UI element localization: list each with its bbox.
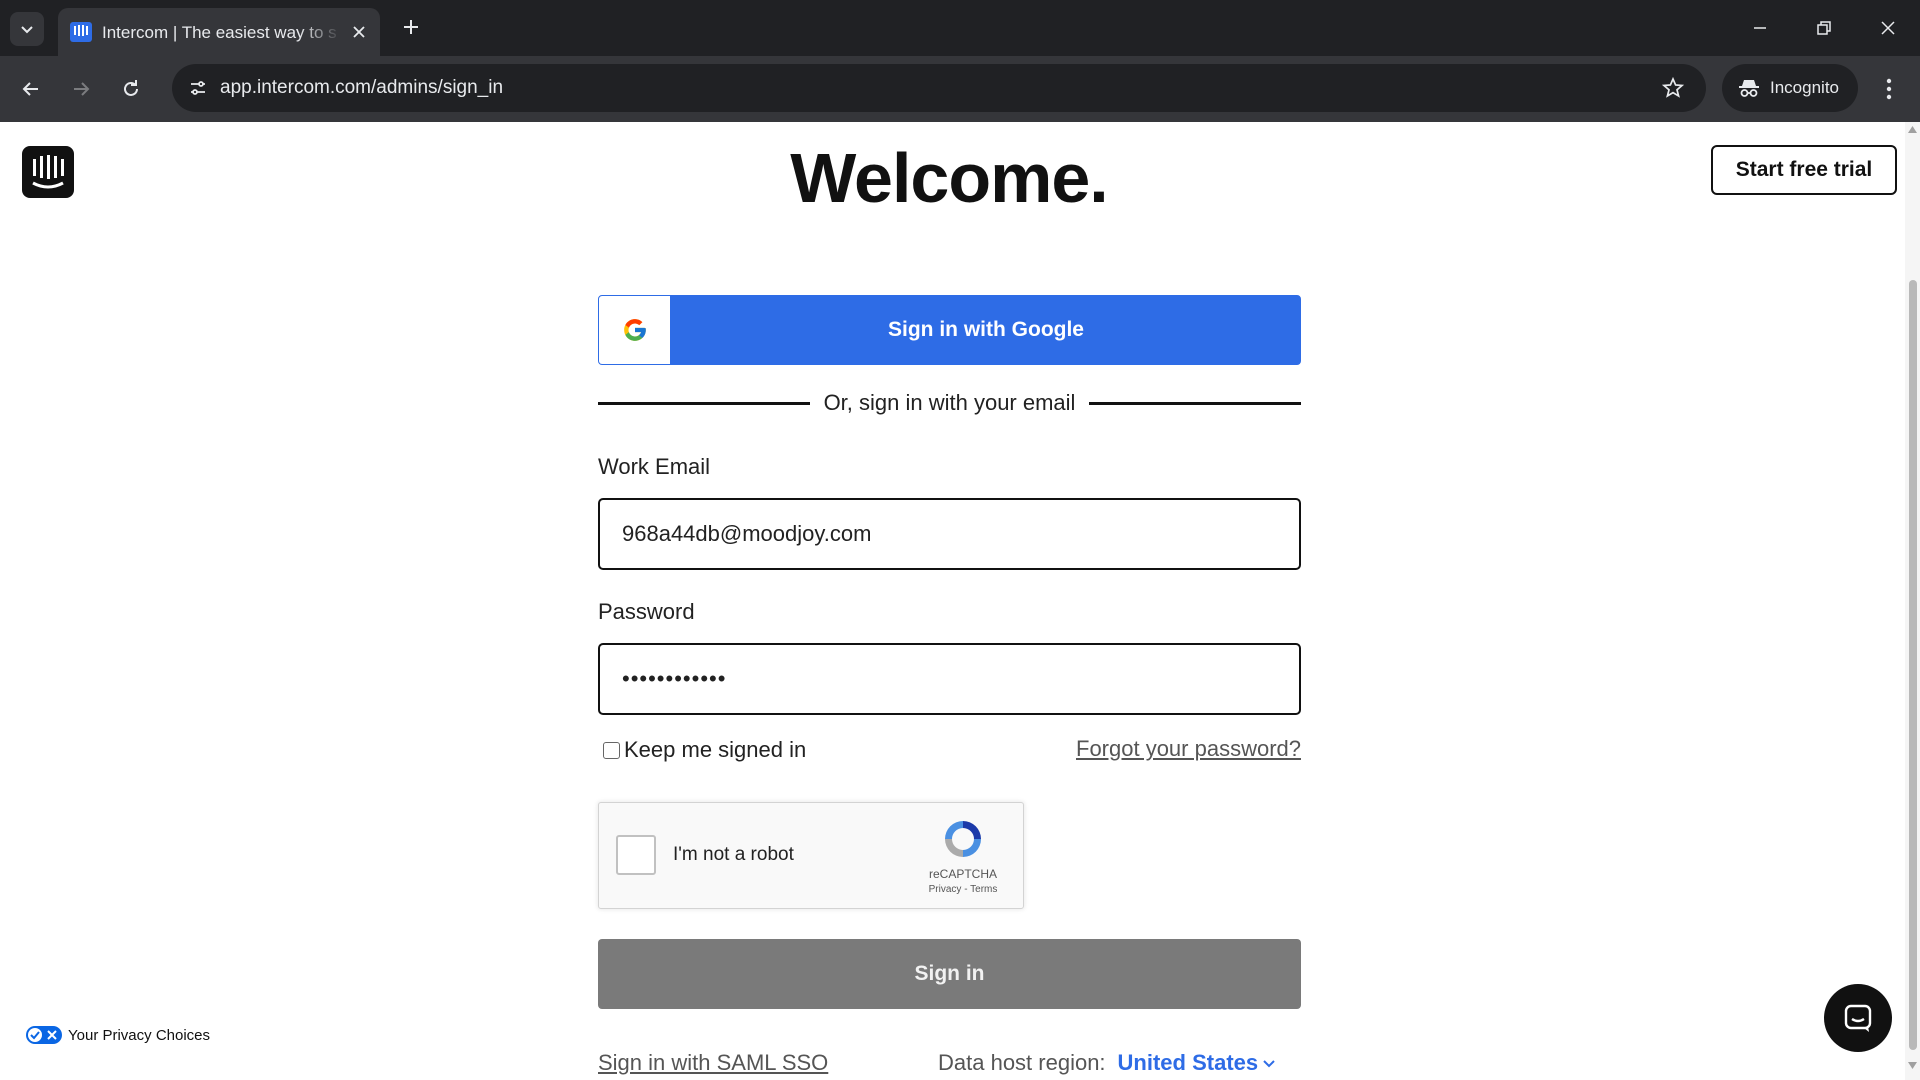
plus-icon (404, 20, 418, 34)
saml-sso-link[interactable]: Sign in with SAML SSO (598, 1050, 828, 1076)
work-email-input[interactable] (598, 498, 1301, 570)
arrow-right-icon (74, 82, 90, 96)
reload-icon (124, 80, 138, 96)
restore-button[interactable] (1802, 8, 1846, 48)
chat-launcher-button[interactable] (1824, 984, 1892, 1052)
start-free-trial-button[interactable]: Start free trial (1711, 145, 1897, 195)
recaptcha-icon (945, 821, 981, 857)
region-value: United States (1117, 1050, 1259, 1075)
divider-line (598, 401, 810, 405)
privacy-choices[interactable]: Your Privacy Choices (26, 1026, 210, 1044)
work-email-label: Work Email (598, 454, 711, 479)
region-label: Data host region: (938, 1050, 1106, 1075)
recaptcha-terms-link[interactable]: Privacy - Terms (911, 884, 1015, 895)
forgot-password-link[interactable]: Forgot your password? (1060, 736, 1301, 762)
close-icon (353, 26, 365, 38)
tab-list-button[interactable] (10, 12, 44, 46)
minimize-icon (1754, 27, 1766, 29)
incognito-label: Incognito (1770, 78, 1839, 97)
reload-button[interactable] (114, 72, 148, 106)
password-input[interactable] (598, 643, 1301, 715)
more-vert-icon (1886, 78, 1892, 100)
sign-in-page: Welcome. Start free trial Sign in with G… (0, 122, 1905, 1080)
close-tab-button[interactable] (348, 21, 370, 43)
site-info-button[interactable] (182, 72, 214, 104)
incognito-icon (1739, 80, 1759, 97)
page-scrollbar[interactable] (1905, 122, 1920, 1080)
password-label: Password (598, 599, 695, 624)
privacy-toggle-icon (26, 1026, 62, 1044)
data-host-region: Data host region: United States (938, 1050, 1276, 1076)
intercom-favicon-icon (70, 22, 92, 42)
region-selector[interactable]: United States (1118, 1050, 1277, 1076)
sign-in-button[interactable]: Sign in (598, 939, 1301, 1009)
chat-icon (1844, 1004, 1872, 1032)
tab-title: Intercom | The easiest way to s (102, 23, 337, 42)
triangle-down-icon (1908, 1062, 1917, 1069)
divider-line (1089, 401, 1301, 405)
chevron-down-icon (1263, 1060, 1275, 1068)
privacy-choices-label: Your Privacy Choices (68, 1026, 211, 1044)
incognito-indicator[interactable]: Incognito (1722, 64, 1858, 112)
url-text: app.intercom.com/admins/sign_in (220, 77, 504, 98)
recaptcha-brand: reCAPTCHA (928, 867, 997, 881)
close-window-button[interactable] (1866, 8, 1910, 48)
keep-signed-in-label[interactable]: Keep me signed in (624, 737, 806, 763)
sign-in-with-google-button[interactable]: Sign in with Google (598, 295, 1301, 365)
recaptcha-widget: I'm not a robot reCAPTCHA Privacy - Term… (598, 802, 1024, 909)
keep-signed-in-row: Keep me signed in (603, 736, 806, 764)
arrow-left-icon (22, 82, 38, 96)
check-x-icon (28, 1028, 57, 1042)
page-title: Welcome. (790, 139, 1109, 217)
triangle-up-icon (1908, 126, 1917, 133)
google-icon (623, 319, 646, 341)
star-icon (1662, 77, 1684, 98)
keep-signed-in-checkbox[interactable] (603, 741, 620, 759)
recaptcha-label: I'm not a robot (673, 844, 794, 865)
google-button-label: Sign in with Google (888, 318, 1084, 341)
browser-menu-button[interactable] (1872, 72, 1906, 106)
close-icon (1881, 21, 1895, 35)
browser-toolbar: app.intercom.com/admins/sign_in Incognit… (0, 56, 1920, 122)
bookmark-button[interactable] (1658, 73, 1688, 103)
google-icon-container (599, 296, 671, 364)
minimize-button[interactable] (1738, 8, 1782, 48)
forward-button[interactable] (64, 72, 98, 106)
browser-tab[interactable]: Intercom | The easiest way to s (58, 8, 380, 56)
new-tab-button[interactable] (396, 12, 426, 42)
chevron-down-icon (21, 26, 33, 34)
address-bar[interactable]: app.intercom.com/admins/sign_in (172, 64, 1706, 112)
restore-icon (1817, 21, 1831, 35)
or-divider: Or, sign in with your email (598, 388, 1301, 418)
divider-text: Or, sign in with your email (823, 390, 1076, 415)
tune-icon (191, 81, 205, 95)
back-button[interactable] (14, 72, 48, 106)
scrollbar-thumb[interactable] (1909, 280, 1917, 1050)
recaptcha-checkbox[interactable] (616, 835, 656, 875)
browser-tab-bar: Intercom | The easiest way to s (0, 0, 1920, 56)
